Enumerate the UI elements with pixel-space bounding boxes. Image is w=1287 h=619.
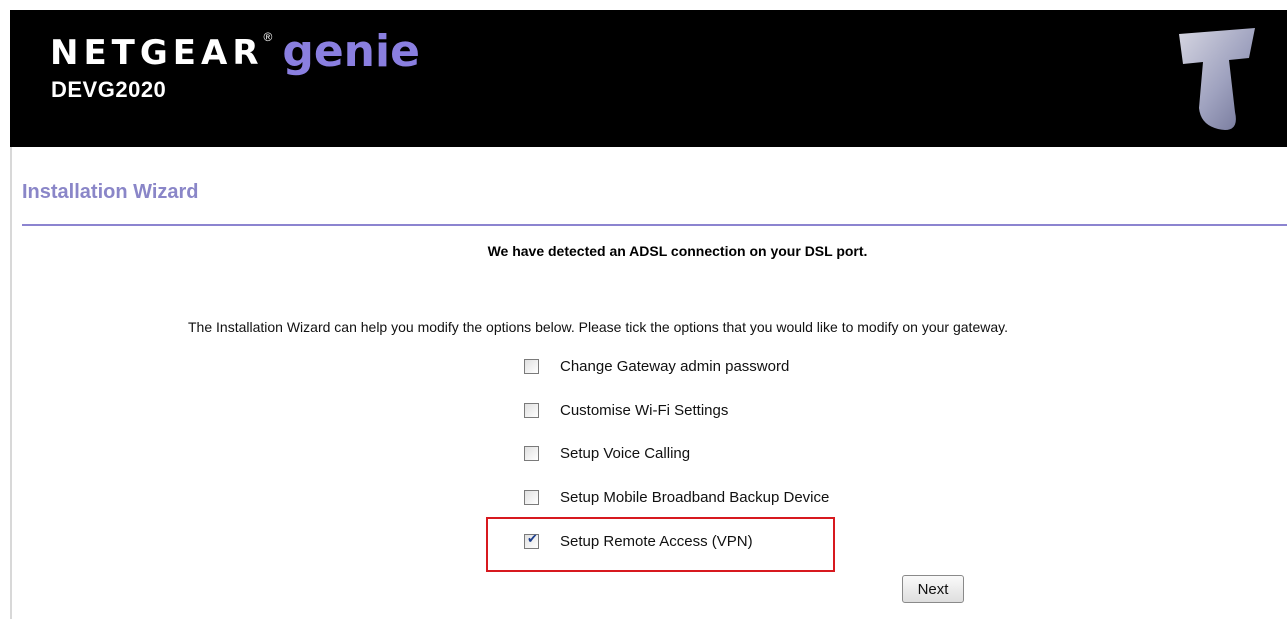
option-label: Setup Mobile Broadband Backup Device <box>560 488 830 506</box>
option-label: Customise Wi-Fi Settings <box>560 401 729 419</box>
next-button[interactable]: Next <box>902 575 964 603</box>
checkbox[interactable] <box>524 445 539 461</box>
telstra-t-logo-icon <box>1175 24 1259 141</box>
checkbox[interactable] <box>524 358 539 374</box>
brand-name: NETGEAR <box>50 33 264 73</box>
checkbox[interactable] <box>524 489 539 505</box>
product-name: genie <box>282 26 420 77</box>
option-change-admin-password[interactable]: Change Gateway admin password <box>524 355 789 377</box>
intro-text: The Installation Wizard can help you mod… <box>188 319 1008 335</box>
title-divider <box>22 224 1287 226</box>
netgear-genie-logo: NETGEAR® genie <box>50 24 420 77</box>
option-customise-wifi[interactable]: Customise Wi-Fi Settings <box>524 399 728 421</box>
option-label: Setup Voice Calling <box>560 444 691 462</box>
content-left-border <box>10 147 12 619</box>
header-bar: NETGEAR® genie DEVG2020 <box>10 10 1287 147</box>
option-label: Change Gateway admin password <box>560 357 790 375</box>
detection-message: We have detected an ADSL connection on y… <box>487 243 868 259</box>
model-name: DEVG2020 <box>51 77 167 102</box>
option-voice-calling[interactable]: Setup Voice Calling <box>524 442 690 464</box>
checkbox[interactable] <box>524 402 539 418</box>
option-mobile-broadband-backup[interactable]: Setup Mobile Broadband Backup Device <box>524 486 829 508</box>
registered-mark: ® <box>263 30 273 44</box>
page-title: Installation Wizard <box>22 181 199 203</box>
highlight-box <box>486 517 835 572</box>
